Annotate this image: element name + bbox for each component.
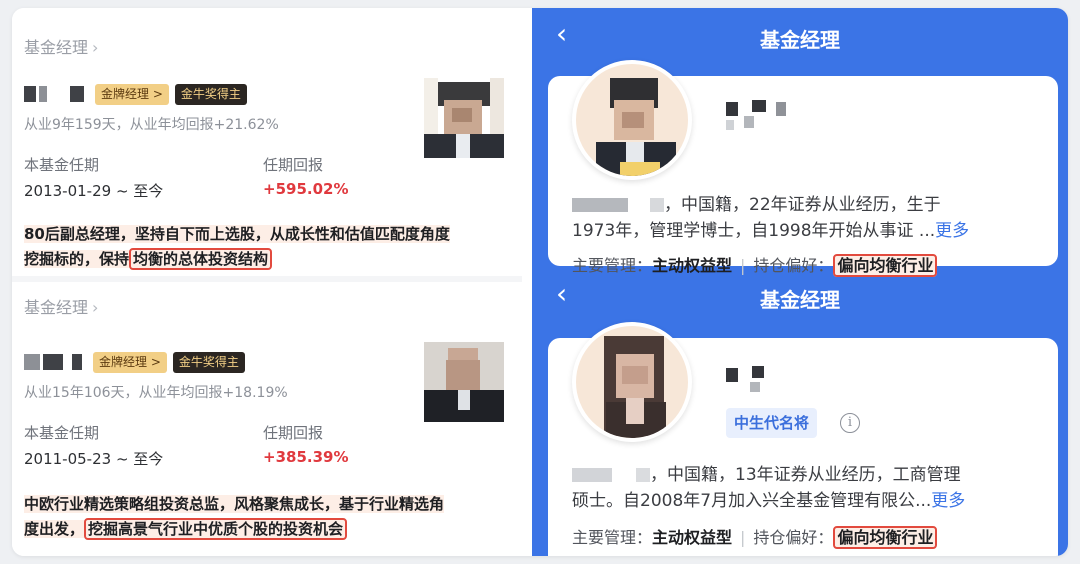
manager-avatar	[572, 60, 692, 180]
manager-name-row: 金牌经理 > 金牛奖得主	[24, 350, 245, 374]
manager-portrait	[424, 342, 504, 422]
tenure-value: 2013-01-29 ~ 至今	[24, 182, 164, 200]
redacted-name	[776, 102, 786, 116]
bio-line: 硕士。自2008年7月加入兴全基金管理有限公...	[572, 491, 932, 511]
chevron-right-icon: ›	[92, 38, 99, 57]
return-value: +595.02%	[263, 180, 349, 198]
page-title: 基金经理	[760, 28, 840, 52]
description-line: 80后副总经理，坚持自下而上选股，从成长性和估值匹配度角度	[24, 225, 450, 243]
manager-portrait	[424, 78, 504, 158]
redacted-name	[24, 86, 36, 102]
chevron-right-icon: ›	[92, 298, 99, 317]
right-panel: ‹ 基金经理 ，中国籍，22年证券从业经历，生于 1973年，管理学博士，自19…	[532, 8, 1068, 556]
redacted-name	[750, 382, 760, 392]
manager-bio: ，中国籍，13年证券从业经历，工商管理 硕士。自2008年7月加入兴全基金管理有…	[572, 462, 1042, 514]
manager-avatar	[572, 322, 692, 442]
award-tag: 金牛奖得主	[174, 83, 247, 105]
more-link[interactable]: 更多	[935, 221, 969, 241]
screenshot-frame: 基金经理 › 金牌经理 > 金牛奖得主 从业9年159天，从业年均回报+21.62…	[12, 8, 1068, 556]
highlighted-phrase: 均衡的总体投资结构	[129, 248, 273, 270]
redacted-name	[752, 366, 764, 378]
tenure-label: 本基金任期	[24, 156, 100, 174]
description-line: 度出发，	[24, 520, 85, 538]
redacted-name	[650, 198, 664, 212]
section-title-label: 基金经理	[24, 38, 89, 57]
nav-header: ‹ 基金经理	[532, 14, 1068, 58]
highlighted-phrase: 挖掘高景气行业中优质个股的投资机会	[84, 518, 348, 540]
redacted-name	[572, 468, 612, 482]
gold-manager-tag[interactable]: 金牌经理 >	[95, 83, 169, 105]
redacted-name	[726, 120, 734, 130]
redacted-name	[744, 116, 754, 128]
bio-line: ，中国籍，22年证券从业经历，生于	[664, 195, 941, 215]
meta-label: 持仓偏好：	[753, 528, 834, 547]
redacted-name	[572, 198, 628, 212]
return-label: 任期回报	[263, 424, 324, 442]
manager-badge: 中生代名将	[726, 408, 818, 438]
redacted-name	[39, 86, 47, 102]
redacted-name	[726, 368, 738, 382]
manager-card-1[interactable]: 基金经理 › 金牌经理 > 金牛奖得主 从业9年159天，从业年均回报+21.62…	[12, 8, 522, 276]
redacted-name	[72, 354, 82, 370]
manager-card-2[interactable]: 基金经理 › 金牌经理 > 金牛奖得主 从业15年106天，从业年均回报+18.1…	[12, 282, 522, 556]
bio-line: ，中国籍，13年证券从业经历，工商管理	[650, 465, 961, 485]
manager-name-row: 金牌经理 > 金牛奖得主	[24, 82, 247, 106]
manager-description: 80后副总经理，坚持自下而上选股，从成长性和估值匹配度角度 挖掘标的，保持 均衡的…	[24, 222, 514, 272]
nav-header: ‹ 基金经理	[532, 272, 1068, 316]
manager-bio: ，中国籍，22年证券从业经历，生于 1973年，管理学博士，自1998年开始从事…	[572, 192, 1042, 244]
redacted-name	[752, 100, 766, 112]
experience-text: 从业9年159天，从业年均回报+21.62%	[24, 117, 279, 133]
redacted-name	[636, 468, 650, 482]
manager-description: 中欧行业精选策略组投资总监，风格聚焦成长，基于行业精选角 度出发， 挖掘高景气行业…	[24, 492, 514, 542]
section-title-label: 基金经理	[24, 298, 89, 317]
redacted-name	[70, 86, 84, 102]
description-line: 中欧行业精选策略组投资总监，风格聚焦成长，基于行业精选角	[24, 495, 445, 513]
info-icon[interactable]: i	[840, 413, 860, 433]
redacted-name	[726, 102, 738, 116]
manager-profile-card: ，中国籍，22年证券从业经历，生于 1973年，管理学博士，自1998年开始从事…	[548, 60, 1058, 266]
left-panel: 基金经理 › 金牌经理 > 金牛奖得主 从业9年159天，从业年均回报+21.62…	[12, 8, 522, 556]
return-label: 任期回报	[263, 156, 324, 174]
tenure-value: 2011-05-23 ~ 至今	[24, 450, 164, 468]
page-title: 基金经理	[760, 288, 840, 312]
section-title[interactable]: 基金经理 ›	[24, 294, 98, 318]
redacted-name	[24, 354, 40, 370]
gold-manager-tag[interactable]: 金牌经理 >	[93, 351, 167, 373]
tenure-label: 本基金任期	[24, 424, 100, 442]
highlighted-preference: 偏向均衡行业	[833, 526, 938, 549]
experience-text: 从业15年106天，从业年均回报+18.19%	[24, 385, 288, 401]
bio-line: 1973年，管理学博士，自1998年开始从事证 ...	[572, 221, 936, 241]
meta-label: 主要管理：	[572, 528, 653, 547]
redacted-name	[43, 354, 63, 370]
meta-value: 主动权益型	[652, 528, 733, 547]
more-link[interactable]: 更多	[931, 491, 965, 511]
panel-gap	[522, 8, 532, 556]
description-line: 挖掘标的，保持	[24, 250, 130, 268]
return-value: +385.39%	[263, 448, 349, 466]
section-title[interactable]: 基金经理 ›	[24, 34, 98, 58]
manager-meta: 主要管理：主动权益型 | 持仓偏好： 偏向均衡行业	[572, 524, 938, 549]
award-tag: 金牛奖得主	[172, 351, 245, 373]
